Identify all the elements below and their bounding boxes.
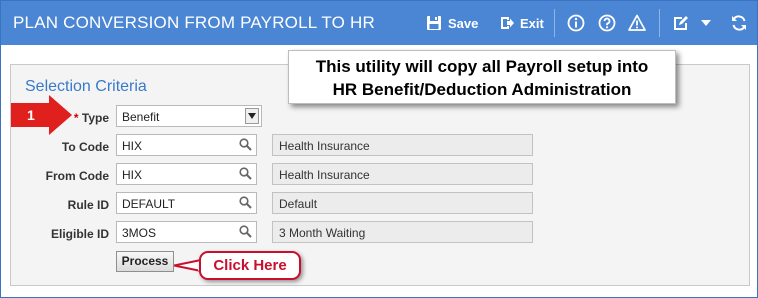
search-icon[interactable] bbox=[239, 225, 252, 241]
save-label: Save bbox=[448, 15, 479, 31]
callout-pointer-icon bbox=[174, 259, 202, 272]
save-button[interactable]: Save bbox=[426, 11, 478, 35]
to-code-value: HIX bbox=[122, 139, 143, 153]
help-button[interactable] bbox=[598, 11, 616, 35]
window-title: PLAN CONVERSION FROM PAYROLL TO HR bbox=[13, 13, 375, 32]
to-code-label: To Code bbox=[61, 140, 109, 154]
click-here-callout: Click Here bbox=[199, 251, 301, 280]
section-title: Selection Criteria bbox=[25, 78, 147, 95]
type-select[interactable]: Benefit bbox=[116, 105, 262, 127]
to-code-description: Health Insurance bbox=[272, 134, 533, 156]
type-value: Benefit bbox=[122, 110, 160, 124]
edit-icon bbox=[671, 14, 689, 32]
search-icon[interactable] bbox=[239, 196, 252, 212]
info-icon bbox=[567, 14, 585, 32]
save-icon bbox=[426, 15, 442, 31]
from-code-input[interactable]: HIX bbox=[116, 163, 257, 185]
type-label-text: Type bbox=[81, 111, 109, 125]
title-bar: PLAN CONVERSION FROM PAYROLL TO HR Save … bbox=[1, 1, 757, 45]
rule-id-description-text: Default bbox=[279, 197, 318, 211]
eligible-id-value: 3MOS bbox=[122, 226, 157, 240]
warning-icon bbox=[628, 14, 646, 32]
toolbar-separator bbox=[659, 9, 660, 37]
exit-button[interactable]: Exit bbox=[499, 11, 544, 35]
eligible-id-description-text: 3 Month Waiting bbox=[279, 226, 366, 240]
rule-id-label: Rule ID bbox=[67, 198, 109, 212]
eligible-id-label: Eligible ID bbox=[50, 227, 109, 241]
edit-button[interactable] bbox=[671, 11, 689, 35]
search-icon[interactable] bbox=[239, 167, 252, 183]
exit-label: Exit bbox=[520, 15, 544, 31]
search-icon[interactable] bbox=[239, 138, 252, 154]
from-code-value: HIX bbox=[122, 168, 143, 182]
to-code-input[interactable]: HIX bbox=[116, 134, 257, 156]
eligible-id-input[interactable]: 3MOS bbox=[116, 221, 257, 243]
eligible-id-description: 3 Month Waiting bbox=[272, 221, 533, 243]
info-callout-line2: HR Benefit/Deduction Administration bbox=[332, 80, 632, 99]
refresh-button[interactable] bbox=[730, 11, 748, 35]
help-icon bbox=[598, 14, 616, 32]
plan-conversion-window: PLAN CONVERSION FROM PAYROLL TO HR Save … bbox=[0, 0, 758, 298]
rule-id-input[interactable]: DEFAULT bbox=[116, 192, 257, 214]
dropdown-icon bbox=[700, 17, 712, 29]
from-code-description: Health Insurance bbox=[272, 163, 533, 185]
info-callout-line1: This utility will copy all Payroll setup… bbox=[315, 57, 649, 76]
required-marker: * bbox=[73, 111, 79, 125]
toolbar-separator bbox=[554, 9, 555, 37]
chevron-down-icon[interactable] bbox=[245, 108, 259, 124]
from-code-description-text: Health Insurance bbox=[279, 168, 370, 182]
process-button[interactable]: Process bbox=[116, 251, 174, 272]
options-dropdown[interactable] bbox=[700, 11, 712, 35]
step-number: 1 bbox=[27, 107, 35, 123]
rule-id-value: DEFAULT bbox=[122, 197, 176, 211]
exit-icon bbox=[499, 15, 515, 31]
to-code-description-text: Health Insurance bbox=[279, 139, 370, 153]
rule-id-description: Default bbox=[272, 192, 533, 214]
warning-button[interactable] bbox=[628, 11, 646, 35]
info-callout: This utility will copy all Payroll setup… bbox=[288, 50, 676, 104]
info-button[interactable] bbox=[567, 11, 585, 35]
step-arrow-icon bbox=[11, 95, 72, 135]
refresh-icon bbox=[730, 14, 748, 32]
from-code-label: From Code bbox=[45, 169, 109, 183]
